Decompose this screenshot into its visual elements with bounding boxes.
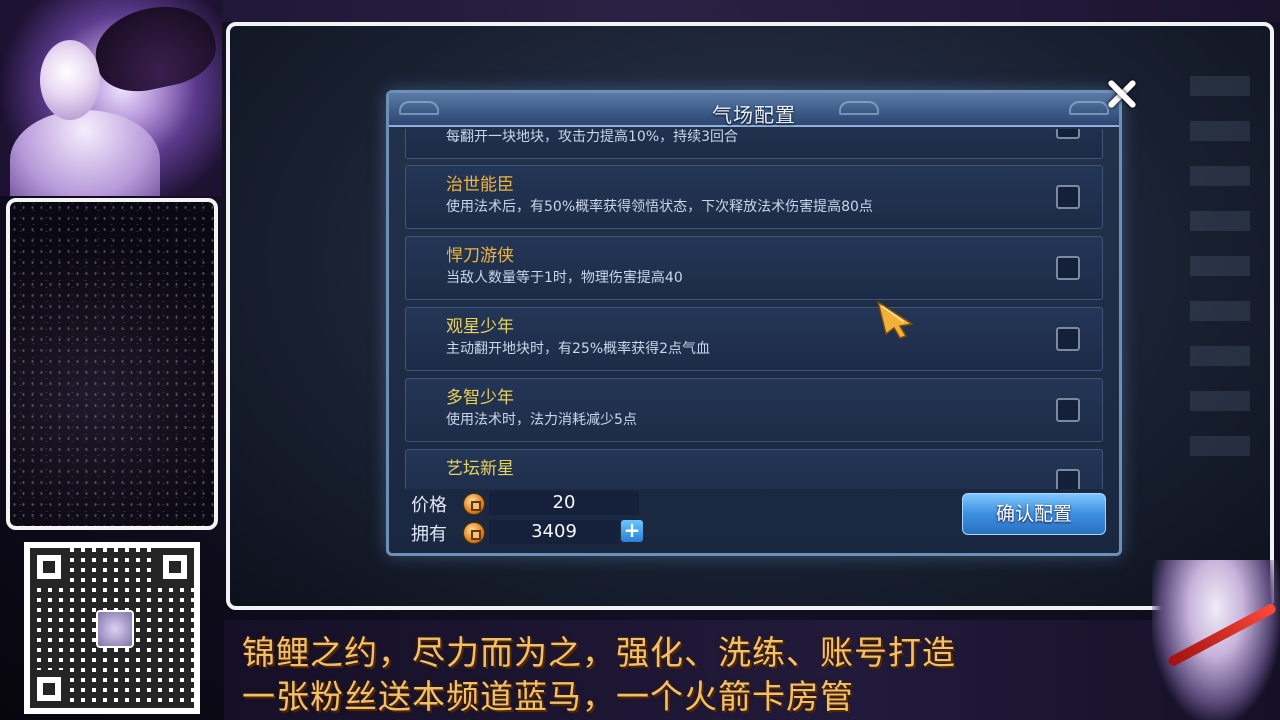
list-item[interactable]: 多智少年 使用法术时，法力消耗减少5点: [405, 378, 1103, 442]
item-description: 每翻开一块地块，攻击力提高10%，持续3回合: [446, 129, 739, 145]
item-description: 当敌人数量等于1时，物理伤害提高40: [446, 270, 683, 286]
item-description: 使用法术后，有50%概率获得领悟状态，下次释放法术伤害提高80点: [446, 199, 873, 215]
banner-line-1: 锦鲤之约，尽力而为之，强化、洗练、账号打造: [242, 633, 956, 672]
qr-finder-top-left: [30, 548, 68, 586]
list-item[interactable]: 观星少年 主动翻开地块时，有25%概率获得2点气血: [405, 307, 1103, 371]
item-description: 主动翻开地块时，有25%概率获得2点气血: [446, 341, 711, 357]
list-item[interactable]: 治世能臣 使用法术后，有50%概率获得领悟状态，下次释放法术伤害提高80点: [405, 165, 1103, 229]
coin-icon: [463, 493, 485, 515]
item-name: 观星少年: [446, 317, 514, 337]
price-value: 20: [489, 491, 639, 515]
price-label: 价格: [411, 495, 447, 516]
webcam-frame: [6, 198, 218, 530]
list-item[interactable]: 悍刀游侠 当敌人数量等于1时，物理伤害提高40: [405, 236, 1103, 300]
add-currency-button[interactable]: +: [621, 520, 643, 542]
banner-character-image: [1152, 560, 1280, 720]
qr-finder-bottom-left: [30, 670, 68, 708]
dialog-header: 气场配置: [389, 93, 1119, 127]
character-blade: [1166, 602, 1278, 668]
qr-finder-top-right: [156, 548, 194, 586]
promo-banner: 锦鲤之约，尽力而为之，强化、洗练、账号打造 一张粉丝送本频道蓝马，一个火箭卡房管: [224, 620, 1280, 720]
avatar-fan-decoration: [87, 0, 222, 100]
item-checkbox[interactable]: [1056, 185, 1080, 209]
aura-list[interactable]: 每翻开一块地块，攻击力提高10%，持续3回合 ✔ 治世能臣 使用法术后，有50%…: [405, 129, 1105, 489]
coin-icon: [463, 522, 485, 544]
qr-center-avatar: [96, 610, 134, 648]
cost-bar: 价格 20 拥有 3409 + 确认配置: [399, 487, 1111, 553]
avatar-dress: [10, 110, 160, 196]
background-decoration: [1190, 76, 1250, 456]
confirm-config-button[interactable]: 确认配置: [962, 493, 1106, 535]
item-checkbox[interactable]: [1056, 256, 1080, 280]
list-item[interactable]: 每翻开一块地块，攻击力提高10%，持续3回合 ✔: [405, 129, 1103, 159]
banner-line-2: 一张粉丝送本频道蓝马，一个火箭卡房管: [242, 677, 854, 716]
item-checkbox[interactable]: [1056, 469, 1080, 489]
item-name: 治世能臣: [446, 175, 514, 195]
qr-pattern: [30, 548, 194, 708]
owned-label: 拥有: [411, 524, 447, 545]
dialog-title: 气场配置: [712, 103, 796, 127]
item-name: 悍刀游侠: [446, 246, 514, 266]
aura-config-dialog: 气场配置 每翻开一块地块，攻击力提高10%，持续3回合 ✔ 治世能臣 使用法术后…: [386, 90, 1122, 556]
item-checkbox[interactable]: [1056, 398, 1080, 422]
checkmark-icon: ✔: [1052, 129, 1074, 137]
close-icon[interactable]: [1104, 76, 1140, 112]
list-item[interactable]: 艺坛新星: [405, 449, 1103, 489]
qr-code: [24, 542, 200, 714]
item-name: 艺坛新星: [446, 459, 514, 479]
webcam-sparkle-background: [10, 202, 214, 526]
streamer-avatar-image: [0, 0, 222, 196]
item-checkbox[interactable]: [1056, 327, 1080, 351]
item-description: 使用法术时，法力消耗减少5点: [446, 412, 637, 428]
stream-screen: 气场配置 每翻开一块地块，攻击力提高10%，持续3回合 ✔ 治世能臣 使用法术后…: [0, 0, 1280, 720]
item-name: 多智少年: [446, 388, 514, 408]
arrow-cursor-icon: [876, 300, 915, 339]
owned-value: 3409: [489, 520, 619, 544]
item-checkbox[interactable]: ✔: [1052, 129, 1080, 139]
avatar-face: [40, 40, 100, 120]
